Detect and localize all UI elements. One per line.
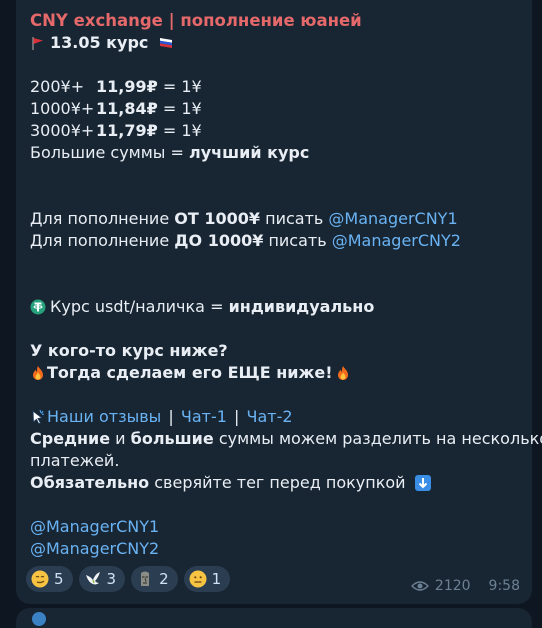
lower-rate-answer-line: Тогда сделаем его ЕЩЕ ниже! [30, 362, 518, 384]
contact-text: писать [260, 209, 329, 228]
manager-cny1-footer-link[interactable]: @ManagerCNY1 [30, 517, 159, 536]
split-line-2: платежей. [30, 451, 120, 470]
footer-link-line: @ManagerCNY2 [30, 538, 518, 560]
reaction-count: 3 [106, 570, 117, 588]
rate-threshold: 200¥+ [30, 77, 85, 96]
date-line-text: 13.05 курс [50, 33, 149, 52]
lower-rate-question: У кого-то курс ниже? [30, 341, 228, 360]
views-count: 2120 [434, 578, 471, 594]
dove-emoji-icon [85, 572, 100, 585]
contact-from-line: Для пополнение ОТ 1000¥ писать @ManagerC… [30, 208, 518, 230]
rate-suffix: = 1¥ [157, 99, 202, 118]
moai-emoji-icon [141, 571, 150, 586]
links-row: Наши отзывы | Чат-1 | Чат-2 [30, 406, 518, 428]
rate-threshold: 1000¥+ [30, 99, 95, 118]
split-text: и [110, 429, 131, 448]
big-sums-line: Большие суммы = лучший курс [30, 142, 518, 164]
fire-icon [30, 365, 46, 381]
chat-2-link[interactable]: Чат-2 [246, 407, 292, 426]
rate-row-1: 200¥+ 11,99₽ = 1¥ [30, 76, 518, 98]
split-bold-medium: Средние [30, 429, 111, 448]
tether-icon [30, 299, 46, 315]
cursor-arrow-icon [30, 409, 46, 425]
lower-rate-answer: Тогда сделаем его ЕЩЕ ниже! [47, 363, 333, 382]
split-bold-large: большие [130, 429, 214, 448]
message-time: 9:58 [488, 578, 520, 594]
smirk-emoji-icon [31, 570, 49, 588]
usdt-text: Курс usdt/наличка = [50, 297, 229, 316]
reaction-count: 1 [211, 570, 222, 588]
manager-cny2-footer-link[interactable]: @ManagerCNY2 [30, 539, 159, 558]
message-bubble: CNY exchange | пополнение юаней 13.05 ку… [16, 0, 542, 604]
rate-value: 11,79₽ [96, 121, 158, 140]
channel-title[interactable]: CNY exchange | пополнение юаней [30, 10, 518, 32]
contact-text: Для пополнение [30, 231, 175, 250]
rate-value: 11,84₽ [96, 99, 158, 118]
manager-cny1-link[interactable]: @ManagerCNY1 [328, 209, 457, 228]
reaction-count: 5 [54, 570, 64, 588]
rate-threshold: 3000¥+ [30, 121, 95, 140]
link-separator: | [234, 407, 240, 426]
date-line: 13.05 курс [30, 32, 518, 54]
big-sums-text: Большие суммы = [30, 143, 190, 162]
rate-row-2: 1000¥+ 11,84₽ = 1¥ [30, 98, 518, 120]
contact-text: писать [263, 231, 332, 250]
contact-threshold: ДО 1000¥ [174, 231, 264, 250]
next-message-bubble [16, 608, 532, 628]
split-line: Средние и большие суммы можем разделить … [30, 428, 542, 450]
chat-1-link[interactable]: Чат-1 [181, 407, 227, 426]
rate-suffix: = 1¥ [157, 121, 202, 140]
link-separator: | [168, 407, 174, 426]
contact-to-line: Для пополнение ДО 1000¥ писать @ManagerC… [30, 230, 518, 252]
tag-check-bold: Обязательно [30, 473, 150, 492]
reaction-count: 2 [159, 570, 169, 588]
message-meta: 2120 9:58 [410, 578, 520, 594]
russian-flag-icon [158, 35, 174, 51]
rate-value: 11,99₽ [96, 77, 158, 96]
tag-check-text: сверяйте тег перед покупкой [149, 473, 406, 492]
reactions-bar: 5 3 2 1 [26, 566, 231, 592]
split-text: суммы можем разделить на несколько [213, 429, 542, 448]
arrow-down-icon [414, 475, 431, 491]
big-sums-bold: лучший курс [189, 143, 310, 162]
usdt-bold: индивидуально [228, 297, 375, 316]
neutral-face-emoji-icon [189, 570, 207, 588]
usdt-line: Курс usdt/наличка = индивидуально [30, 296, 518, 318]
red-flag-icon [30, 35, 46, 51]
fire-icon [335, 365, 351, 381]
reviews-link[interactable]: Наши отзывы [47, 407, 161, 426]
reaction-smirk[interactable]: 5 [26, 566, 73, 592]
rate-row-3: 3000¥+ 11,79₽ = 1¥ [30, 120, 518, 142]
avatar [32, 612, 46, 626]
contact-threshold: ОТ 1000¥ [174, 209, 261, 228]
footer-link-line: @ManagerCNY1 [30, 516, 518, 538]
rate-suffix: = 1¥ [157, 77, 202, 96]
reaction-dove[interactable]: 3 [78, 566, 126, 592]
contact-text: Для пополнение [30, 209, 175, 228]
manager-cny2-link[interactable]: @ManagerCNY2 [332, 231, 461, 250]
reaction-moai[interactable]: 2 [131, 566, 178, 592]
reaction-neutral[interactable]: 1 [183, 566, 231, 592]
tag-check-line: Обязательно сверяйте тег перед покупкой [30, 472, 518, 494]
eye-icon [410, 581, 429, 591]
